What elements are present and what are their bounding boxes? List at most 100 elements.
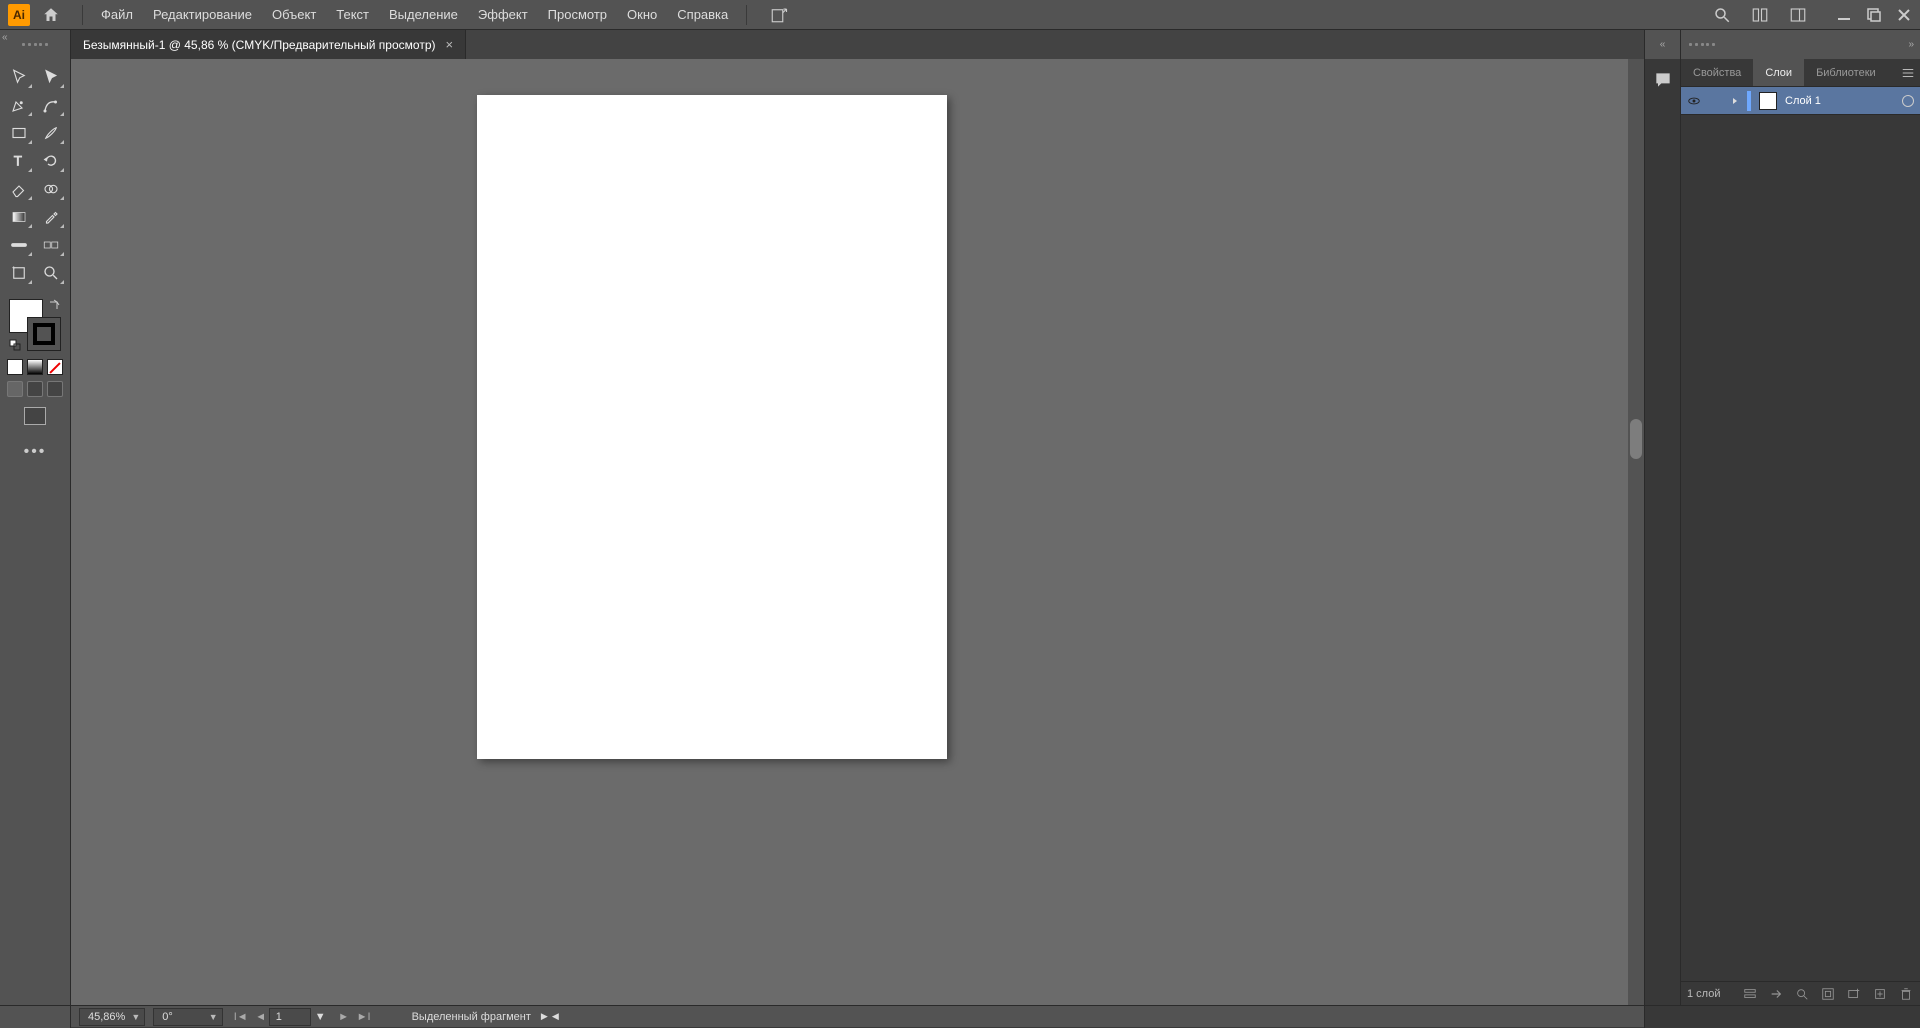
rotation-value: 0°: [162, 1011, 173, 1023]
stroke-swatch[interactable]: [27, 317, 61, 351]
zoom-tool[interactable]: [37, 261, 65, 285]
artboard-tool[interactable]: [5, 261, 33, 285]
zoom-combo[interactable]: 45,86% ▼: [79, 1008, 145, 1026]
draw-inside-icon[interactable]: [47, 381, 63, 397]
expand-layer-icon[interactable]: [1731, 97, 1739, 105]
tab-libraries[interactable]: Библиотеки: [1804, 59, 1888, 86]
layer-row[interactable]: Слой 1: [1681, 87, 1920, 115]
chevron-down-icon[interactable]: ▼: [131, 1012, 140, 1022]
close-tab-icon[interactable]: ×: [445, 37, 453, 52]
rotate-tool[interactable]: [37, 149, 65, 173]
color-mode-row: [7, 359, 63, 375]
screen-mode-icon[interactable]: [24, 407, 46, 425]
swap-fill-stroke-icon[interactable]: [47, 299, 61, 313]
target-layer-icon[interactable]: [1902, 95, 1914, 107]
visibility-icon[interactable]: [1687, 94, 1701, 108]
locate-object-icon[interactable]: [1794, 986, 1810, 1002]
rectangle-tool[interactable]: [5, 121, 33, 145]
menu-window[interactable]: Окно: [617, 1, 667, 28]
layers-footer: 1 слой: [1681, 981, 1920, 1005]
chevron-down-icon[interactable]: ▼: [315, 1011, 326, 1023]
selection-tool[interactable]: [5, 65, 33, 89]
new-sublayer-icon[interactable]: [1846, 986, 1862, 1002]
menu-text[interactable]: Текст: [326, 1, 379, 28]
edit-toolbar-icon[interactable]: •••: [24, 443, 47, 461]
search-icon[interactable]: [1712, 5, 1732, 25]
clipping-mask-icon[interactable]: [1820, 986, 1836, 1002]
menu-effect[interactable]: Эффект: [468, 1, 538, 28]
status-collapse-icon[interactable]: ◀: [552, 1011, 559, 1022]
menu-select[interactable]: Выделение: [379, 1, 468, 28]
home-icon[interactable]: [40, 4, 62, 26]
eraser-tool[interactable]: [5, 177, 33, 201]
panel-header-gutter: »: [1680, 30, 1920, 59]
status-left-cover: [0, 1006, 71, 1028]
artboard-number-input[interactable]: 1: [269, 1008, 311, 1026]
release-to-layers-icon[interactable]: [1768, 986, 1784, 1002]
layers-body: [1681, 115, 1920, 981]
last-artboard-icon[interactable]: ►I: [356, 1009, 372, 1025]
maximize-icon[interactable]: [1866, 7, 1882, 23]
separator: [746, 5, 747, 25]
menu-object[interactable]: Объект: [262, 1, 326, 28]
menu-file[interactable]: Файл: [91, 1, 143, 28]
arrange-docs-icon[interactable]: [1750, 5, 1770, 25]
first-artboard-icon[interactable]: I◄: [233, 1009, 249, 1025]
grip-icon[interactable]: [22, 43, 48, 47]
direct-selection-tool[interactable]: [37, 65, 65, 89]
shape-builder-tool[interactable]: [37, 177, 65, 201]
zoom-value: 45,86%: [88, 1011, 125, 1023]
layer-collect-icon[interactable]: [1742, 986, 1758, 1002]
canvas[interactable]: [71, 59, 1644, 1005]
tab-properties[interactable]: Свойства: [1681, 59, 1753, 86]
collapse-toolbox-icon[interactable]: «: [2, 32, 8, 43]
new-layer-icon[interactable]: [1872, 986, 1888, 1002]
app-logo: Ai: [8, 4, 30, 26]
artboard[interactable]: [477, 95, 947, 759]
default-fill-stroke-icon[interactable]: [9, 339, 21, 351]
selection-status-label: Выделенный фрагмент: [412, 1011, 531, 1023]
scrollbar-thumb[interactable]: [1630, 419, 1642, 459]
color-gradient-icon[interactable]: [27, 359, 43, 375]
blend-tool[interactable]: [37, 233, 65, 257]
main-area: T: [0, 59, 1920, 1005]
curvature-tool[interactable]: [37, 93, 65, 117]
comments-panel-icon[interactable]: [1650, 67, 1676, 93]
eyedropper-tool[interactable]: [37, 205, 65, 229]
fill-stroke-swatches[interactable]: [9, 299, 61, 351]
vertical-scrollbar[interactable]: [1628, 59, 1644, 1005]
cloud-doc-icon[interactable]: [769, 5, 789, 25]
draw-normal-icon[interactable]: [7, 381, 23, 397]
panel-menu-icon[interactable]: [1896, 59, 1920, 86]
document-tab[interactable]: Безымянный-1 @ 45,86 % (CMYK/Предварител…: [71, 30, 466, 59]
draw-mode-row: [7, 381, 63, 397]
window-controls: [1836, 7, 1912, 23]
menu-edit[interactable]: Редактирование: [143, 1, 262, 28]
pen-tool[interactable]: [5, 93, 33, 117]
expand-panel-icon[interactable]: »: [1908, 39, 1914, 50]
delete-layer-icon[interactable]: [1898, 986, 1914, 1002]
minimize-icon[interactable]: [1836, 7, 1852, 23]
menu-help[interactable]: Справка: [667, 1, 738, 28]
layer-thumbnail: [1759, 92, 1777, 110]
paintbrush-tool[interactable]: [37, 121, 65, 145]
status-menu-icon[interactable]: ▶: [541, 1011, 548, 1022]
layer-name[interactable]: Слой 1: [1785, 95, 1821, 107]
menu-view[interactable]: Просмотр: [538, 1, 617, 28]
chevron-down-icon[interactable]: ▼: [209, 1012, 218, 1022]
artboard-nav: I◄ ◄: [233, 1009, 269, 1025]
collapse-dock-icon[interactable]: «: [1660, 39, 1666, 50]
gradient-tool[interactable]: [5, 205, 33, 229]
grip-icon[interactable]: [1689, 43, 1715, 47]
color-solid-icon[interactable]: [7, 359, 23, 375]
width-tool[interactable]: [5, 233, 33, 257]
color-none-icon[interactable]: [47, 359, 63, 375]
rotation-combo[interactable]: 0° ▼: [153, 1008, 222, 1026]
tab-layers[interactable]: Слои: [1753, 59, 1804, 86]
type-tool[interactable]: T: [5, 149, 33, 173]
next-artboard-icon[interactable]: ►: [336, 1009, 352, 1025]
prev-artboard-icon[interactable]: ◄: [253, 1009, 269, 1025]
close-icon[interactable]: [1896, 7, 1912, 23]
workspace-switcher-icon[interactable]: [1788, 5, 1808, 25]
draw-behind-icon[interactable]: [27, 381, 43, 397]
